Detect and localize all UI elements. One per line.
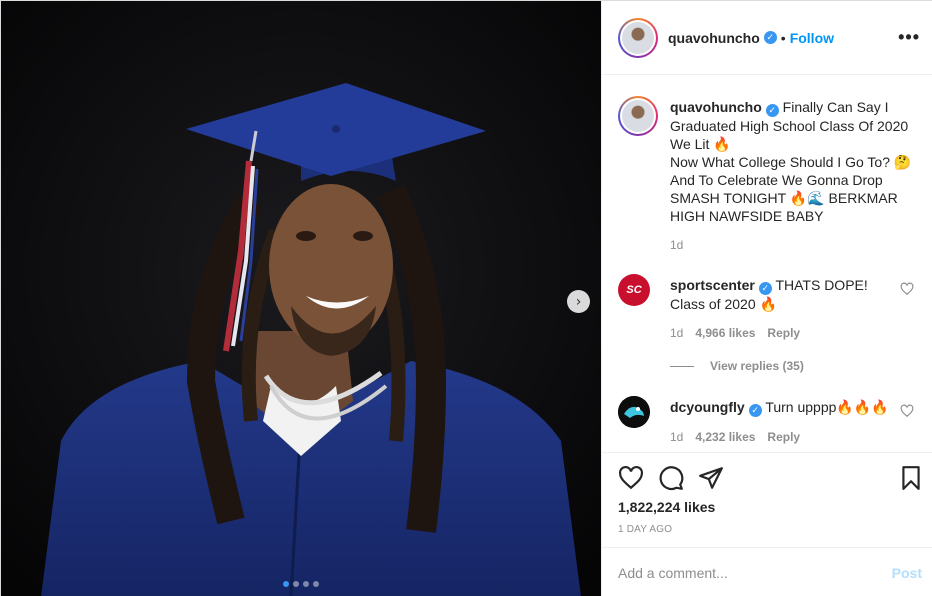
post-header: quavohuncho ✓ • Follow ••• (602, 1, 932, 75)
author-avatar[interactable] (618, 17, 658, 58)
comment-text-block: dcyoungfly ✓ Turn upppp🔥🔥🔥 (670, 398, 900, 417)
post-actions: 1,822,224 likes 1 DAY AGO (602, 452, 932, 547)
likes-count[interactable]: 1,822,224 likes (618, 499, 715, 515)
commenter-avatar[interactable]: SC (618, 274, 650, 306)
post-photo[interactable]: › (1, 1, 601, 596)
post-timestamp[interactable]: 1 DAY AGO (618, 524, 672, 535)
heart-icon[interactable] (618, 465, 644, 491)
carousel-dot (303, 581, 309, 587)
reply-button[interactable]: Reply (767, 430, 800, 444)
carousel-dot (293, 581, 299, 587)
verified-badge-icon: ✓ (763, 31, 777, 44)
comment-likes[interactable]: 4,232 likes (695, 430, 755, 444)
commenter-avatar[interactable] (618, 396, 650, 428)
separator-dot: • (780, 29, 786, 46)
comment-meta: 1d 4,966 likes Reply (670, 326, 800, 340)
share-icon[interactable] (698, 465, 724, 491)
author-username[interactable]: quavohuncho (668, 30, 760, 46)
comment-time[interactable]: 1d (670, 326, 683, 340)
view-replies-label: View replies (35) (710, 359, 804, 373)
comment-icon[interactable] (658, 465, 684, 491)
reply-button[interactable]: Reply (767, 326, 800, 340)
carousel-dot (283, 581, 289, 587)
replies-divider (670, 365, 694, 367)
follow-button[interactable]: Follow (790, 30, 834, 46)
dcyoungfly-logo-icon (618, 396, 650, 428)
carousel-dot (313, 581, 319, 587)
more-options-icon[interactable]: ••• (898, 28, 920, 46)
comment-input[interactable] (618, 564, 868, 581)
caption-username[interactable]: quavohuncho (670, 99, 762, 115)
post-comment-button[interactable]: Post (892, 565, 922, 581)
comment-time[interactable]: 1d (670, 430, 683, 444)
commenter-username[interactable]: sportscenter (670, 277, 755, 293)
caption-body: Finally Can Say I Graduated High School … (670, 99, 912, 224)
comments-section[interactable]: quavohuncho ✓ Finally Can Say I Graduated… (602, 76, 932, 452)
add-comment-bar: Post (602, 547, 932, 596)
comment-likes[interactable]: 4,966 likes (695, 326, 755, 340)
comment-text-block: sportscenter ✓ THATS DOPE! Class of 2020 … (670, 276, 900, 313)
chevron-right-icon: › (575, 293, 582, 310)
post-side-panel: quavohuncho ✓ • Follow ••• quavohuncho ✓ … (601, 1, 932, 596)
commenter-username[interactable]: dcyoungfly (670, 399, 745, 415)
caption-author-avatar[interactable] (618, 96, 658, 136)
like-comment-heart-icon[interactable] (900, 404, 914, 418)
carousel-indicator (283, 581, 319, 587)
verified-badge-icon: ✓ (758, 281, 772, 295)
bookmark-icon[interactable] (898, 465, 924, 491)
instagram-post: › quavohuncho ✓ • Follow ••• quavohuncho… (0, 0, 932, 596)
graduate-portrait-image (1, 1, 601, 596)
verified-badge-icon: ✓ (765, 103, 779, 117)
comment-body: Turn upppp🔥🔥🔥 (765, 399, 889, 415)
comment-meta: 1d 4,232 likes Reply (670, 430, 800, 444)
like-comment-heart-icon[interactable] (900, 282, 914, 296)
verified-badge-icon: ✓ (748, 403, 762, 417)
next-photo-button[interactable]: › (567, 290, 590, 313)
caption-text-block: quavohuncho ✓ Finally Can Say I Graduated… (670, 98, 922, 225)
view-replies-button[interactable]: View replies (35) (670, 359, 804, 373)
caption-time[interactable]: 1d (670, 238, 683, 252)
